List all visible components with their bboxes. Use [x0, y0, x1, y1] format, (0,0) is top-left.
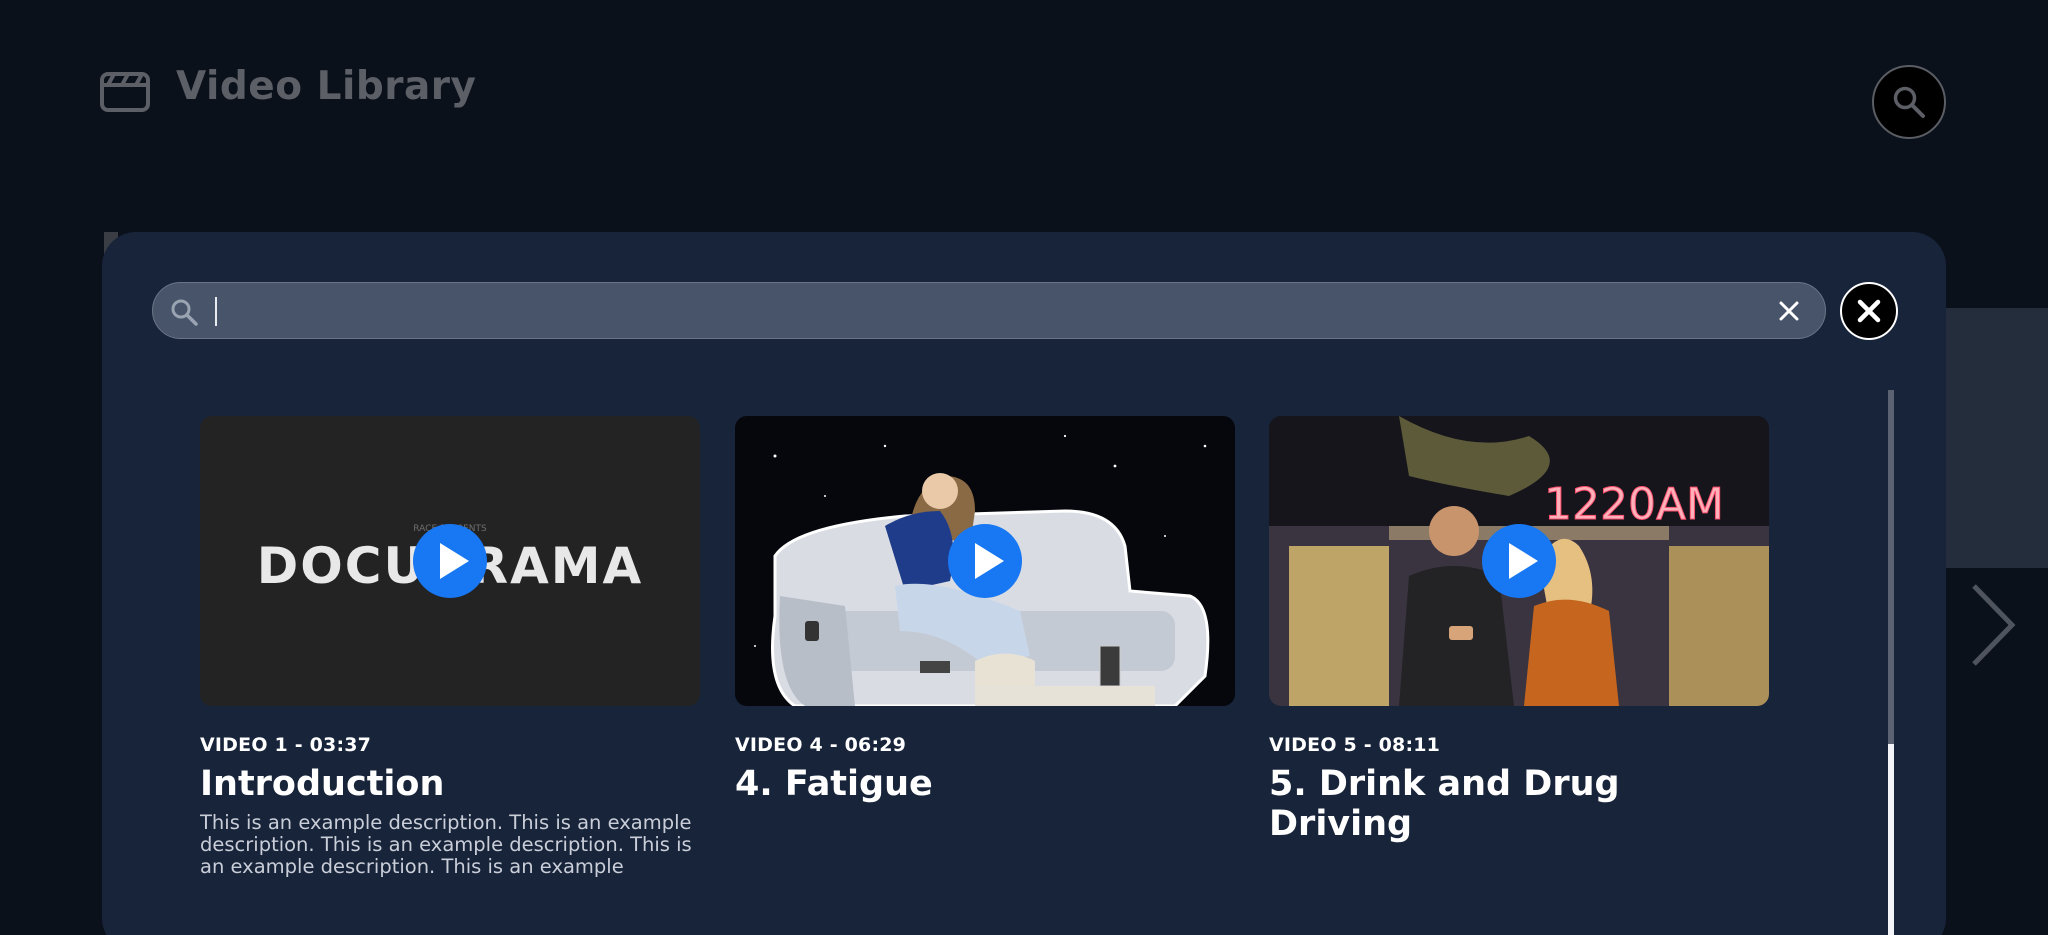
video-description: This is an example description. This is …	[200, 812, 692, 879]
video-thumbnail[interactable]: RACE PRESENTS DOCUDRAMA	[200, 416, 700, 706]
search-bar[interactable]	[152, 282, 1826, 339]
close-button[interactable]	[1840, 282, 1898, 340]
close-icon	[1857, 299, 1881, 323]
background-card	[1945, 308, 2048, 568]
clapperboard-icon	[100, 72, 150, 112]
text-cursor	[215, 297, 217, 326]
video-meta: VIDEO 1 - 03:37	[200, 734, 372, 756]
video-title[interactable]: Introduction	[200, 764, 700, 804]
video-title[interactable]: 5. Drink and Drug Driving	[1269, 764, 1769, 845]
video-title[interactable]: 4. Fatigue	[735, 764, 1235, 804]
video-thumbnail[interactable]	[735, 416, 1235, 706]
video-card[interactable]: 1220AM VIDEO 5 - 08:11 5. Drink and Drug…	[1269, 416, 1769, 845]
video-meta: VIDEO 4 - 06:29	[735, 734, 907, 756]
search-input[interactable]	[211, 291, 1751, 331]
page-header: Video Library	[0, 0, 2048, 200]
chevron-right-icon[interactable]	[1968, 580, 2018, 670]
play-icon[interactable]	[412, 523, 488, 599]
header-search-button[interactable]	[1872, 65, 1946, 139]
video-card[interactable]: VIDEO 4 - 06:29 4. Fatigue	[735, 416, 1235, 804]
thumbnail-text: 1220AM	[1544, 479, 1724, 530]
scrollbar-thumb[interactable]	[1888, 744, 1894, 935]
video-card[interactable]: RACE PRESENTS DOCUDRAMA VIDEO 1 - 03:37 …	[200, 416, 700, 878]
video-meta: VIDEO 5 - 08:11	[1269, 734, 1441, 756]
search-icon	[171, 299, 198, 326]
x-icon[interactable]	[1777, 299, 1801, 323]
search-icon	[1893, 86, 1925, 118]
search-modal: RACE PRESENTS DOCUDRAMA VIDEO 1 - 03:37 …	[102, 232, 1946, 935]
video-thumbnail[interactable]: 1220AM	[1269, 416, 1769, 706]
search-results: RACE PRESENTS DOCUDRAMA VIDEO 1 - 03:37 …	[200, 416, 1850, 935]
play-icon[interactable]	[1481, 523, 1557, 599]
page-title: Video Library	[176, 64, 477, 109]
play-icon[interactable]	[947, 523, 1023, 599]
